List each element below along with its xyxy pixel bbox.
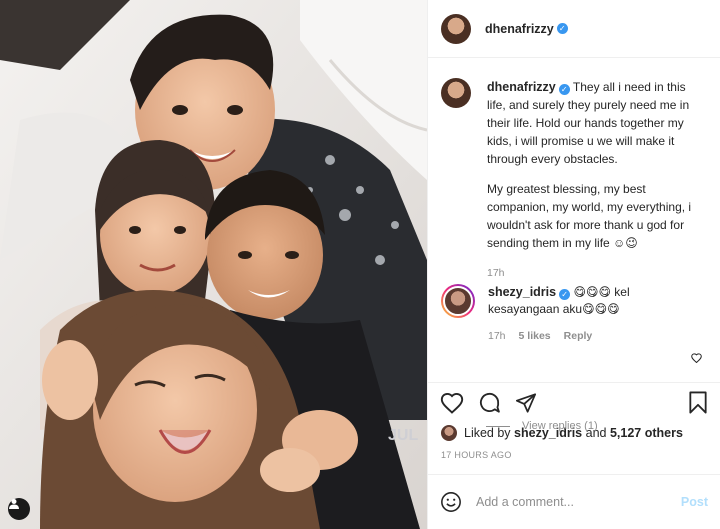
add-comment-bar: Post: [428, 474, 720, 529]
post-details-panel: dhenafrizzy ✓ dhenafrizzy ✓ They all i ne…: [427, 0, 720, 529]
verified-badge-icon: ✓: [556, 23, 568, 34]
comment-icon: [479, 393, 500, 413]
caption-paragraph-1: dhenafrizzy ✓ They all i need in this lif…: [487, 78, 707, 168]
caption-username[interactable]: dhenafrizzy: [487, 80, 556, 94]
tagged-people-button[interactable]: [8, 498, 30, 520]
comment-button[interactable]: [478, 391, 501, 414]
comment-input[interactable]: [476, 495, 681, 509]
comment-meta: 17h 5 likes Reply: [488, 328, 698, 345]
person-tag-icon: [9, 499, 19, 509]
like-button[interactable]: [440, 392, 464, 414]
comment-likes[interactable]: 5 likes: [519, 328, 551, 345]
post-photo[interactable]: JUL: [0, 0, 427, 529]
post-comment-button[interactable]: Post: [681, 495, 708, 509]
bookmark-icon: [689, 391, 707, 414]
caption-time: 17h: [487, 267, 505, 279]
commenter-avatar[interactable]: [441, 284, 475, 318]
comment-content: shezy_idris ✓ 😋😋😋 kel kesayangaan aku😋😋😋: [488, 284, 698, 318]
share-icon: [515, 392, 537, 413]
view-replies-label: View replies (1): [522, 420, 598, 432]
like-comment-button[interactable]: [691, 352, 702, 366]
share-button[interactable]: [515, 392, 537, 414]
author-avatar[interactable]: [441, 13, 471, 44]
comment-time: 17h: [488, 330, 506, 342]
comment-item: shezy_idris ✓ 😋😋😋 kel kesayangaan aku😋😋😋 …: [441, 284, 716, 345]
post-timestamp[interactable]: 17 HOURS AGO: [428, 450, 720, 464]
view-replies-button[interactable]: View replies (1): [486, 420, 598, 432]
caption-avatar[interactable]: [441, 78, 471, 108]
post-actions: [428, 382, 720, 422]
liker-avatar: [441, 425, 457, 441]
family-selfie-image: JUL: [0, 0, 427, 529]
post-header: dhenafrizzy ✓: [428, 0, 720, 58]
svg-text:JUL: JUL: [388, 427, 418, 444]
likes-others[interactable]: 5,127 others: [610, 426, 683, 440]
heart-icon: [440, 392, 464, 414]
heart-icon: [691, 353, 702, 364]
commenter-username[interactable]: shezy_idris: [488, 285, 556, 299]
instagram-post-view: JUL dhenafrizzy ✓ dhenafrizzy ✓ They all …: [0, 0, 720, 529]
caption-paragraph-2: My greatest blessing, my best companion,…: [487, 182, 692, 250]
replies-divider: [486, 425, 510, 427]
save-button[interactable]: [688, 391, 708, 414]
reply-button[interactable]: Reply: [564, 328, 593, 345]
author-username[interactable]: dhenafrizzy: [485, 22, 554, 36]
caption: dhenafrizzy ✓ They all i need in this lif…: [441, 78, 711, 282]
comments-area: dhenafrizzy ✓ They all i need in this lif…: [428, 58, 720, 432]
smiley-icon[interactable]: [440, 491, 462, 513]
verified-badge-icon: ✓: [559, 289, 571, 300]
verified-badge-icon: ✓: [558, 84, 570, 95]
